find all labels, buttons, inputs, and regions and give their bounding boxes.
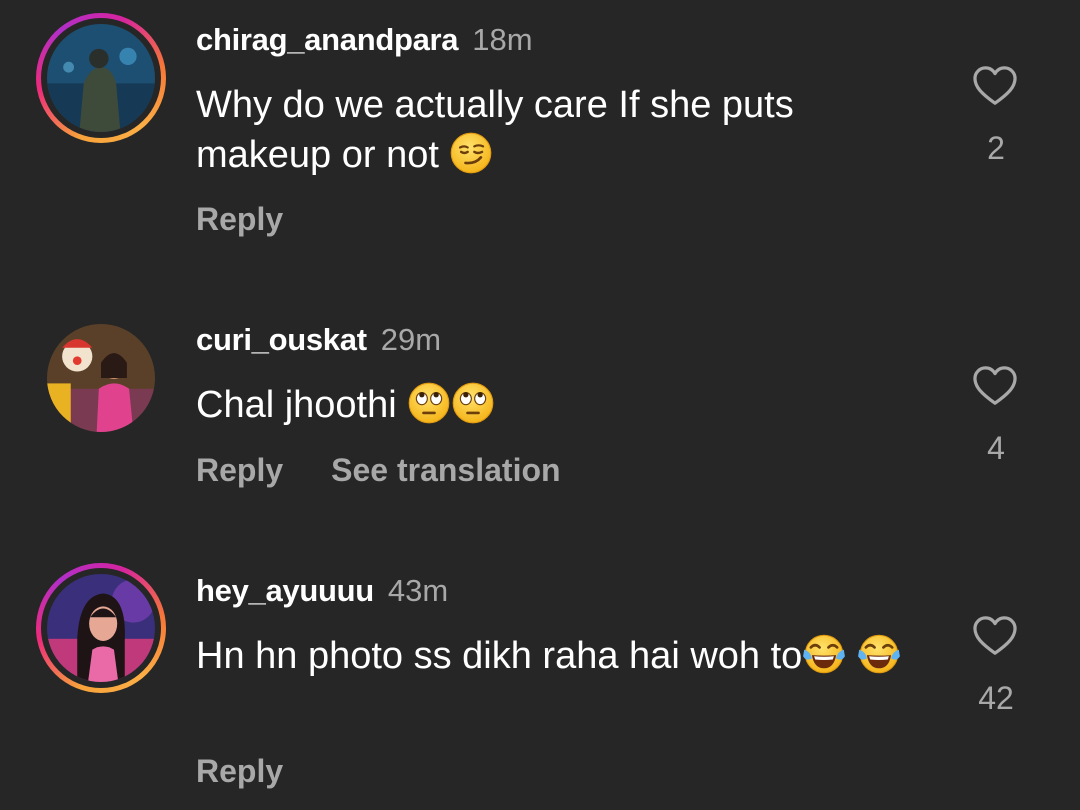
like-count: 4 [987,430,1005,466]
comment-meta: curi_ouskat 29m [196,321,441,359]
tears-of-joy-emoji [857,632,901,676]
heart-outline-icon[interactable] [972,65,1018,107]
smirk-emoji [449,131,493,175]
reply-button[interactable]: Reply [196,201,283,237]
comment-text: Hn hn photo ss dikh raha hai woh to [196,631,916,681]
like-count: 42 [978,680,1014,716]
comments-list: chirag_anandpara 18m Why do we actually c… [0,0,1080,810]
comment-meta: chirag_anandpara 18m [196,21,533,59]
avatar-image [47,574,155,682]
avatar[interactable] [36,13,166,143]
avatar-image [47,324,155,432]
avatar[interactable] [36,313,166,443]
comment-time: 18m [472,22,533,57]
username[interactable]: curi_ouskat [196,322,367,357]
reply-button[interactable]: Reply [196,452,283,488]
heart-outline-icon[interactable] [972,615,1018,657]
comment-text: Chal jhoothi [196,380,916,430]
comment-meta: hey_ayuuuu 43m [196,572,448,610]
eye-roll-emoji [451,381,495,425]
like-count: 2 [987,130,1005,166]
reply-button[interactable]: Reply [196,753,283,789]
comment-actions: Reply [196,199,283,239]
comment-text-content: Why do we actually care If she puts make… [196,84,794,176]
comment-time: 43m [387,573,449,608]
comment-actions: Reply [196,751,283,791]
heart-outline-icon[interactable] [972,365,1018,407]
comment-text: Why do we actually care If she puts make… [196,80,916,180]
comment-text-content: Hn hn photo ss dikh raha hai woh to [196,635,803,677]
comment-actions: Reply See translation [196,450,561,490]
eye-roll-emoji [407,381,451,425]
see-translation-button[interactable]: See translation [331,452,560,488]
comment-time: 29m [380,322,442,357]
tears-of-joy-emoji [802,632,846,676]
username[interactable]: chirag_anandpara [196,22,459,57]
comment-text-content: Chal jhoothi [196,384,408,426]
avatar-image [47,24,155,132]
avatar[interactable] [36,563,166,693]
username[interactable]: hey_ayuuuu [196,573,374,608]
